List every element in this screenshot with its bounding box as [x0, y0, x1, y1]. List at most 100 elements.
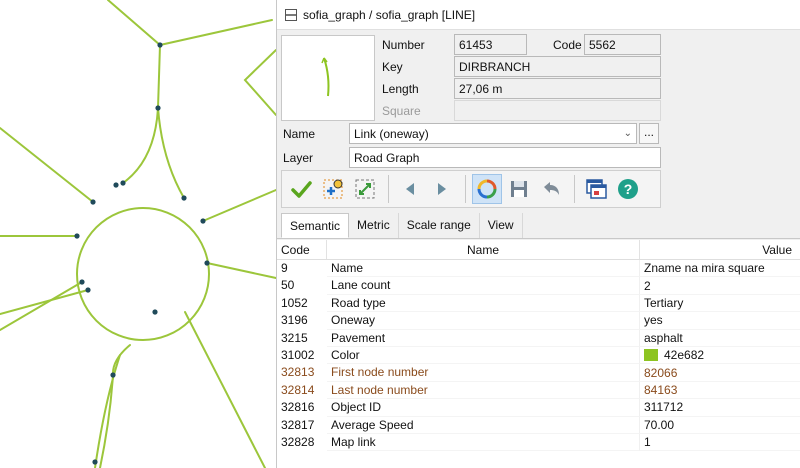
- table-row[interactable]: 50 Lane count 2: [277, 277, 800, 295]
- cell-name: Road type: [327, 294, 640, 313]
- road-segment[interactable]: [184, 311, 266, 468]
- table-row[interactable]: 32817 Average Speed 70.00: [277, 416, 800, 434]
- object-preview: [281, 35, 375, 121]
- table-header: Code Name Value: [277, 240, 800, 260]
- cell-value[interactable]: yes: [640, 312, 800, 330]
- road-segment[interactable]: [107, 0, 273, 47]
- save-button[interactable]: [504, 174, 534, 204]
- layer-field[interactable]: Road Graph: [349, 147, 661, 168]
- graph-node[interactable]: [204, 260, 210, 266]
- undo-icon: [544, 182, 559, 195]
- tab-semantic[interactable]: Semantic: [281, 213, 350, 238]
- tab-metric[interactable]: Metric: [349, 213, 399, 238]
- cell-code: 31002: [281, 347, 315, 362]
- cell-name: Oneway: [327, 312, 640, 330]
- undo-button[interactable]: [536, 174, 566, 204]
- svg-text:?: ?: [624, 181, 633, 197]
- add-point-button[interactable]: [318, 174, 348, 204]
- cell-value[interactable]: 70.00: [640, 417, 800, 434]
- help-button[interactable]: ?: [613, 174, 643, 204]
- cell-value[interactable]: 42e682: [640, 347, 800, 365]
- graph-node[interactable]: [157, 42, 163, 48]
- graph-node[interactable]: [92, 459, 98, 465]
- graph-node[interactable]: [181, 195, 187, 201]
- graph-node[interactable]: [85, 287, 91, 293]
- refresh-icon: [477, 179, 497, 199]
- cell-code: 3196: [281, 313, 308, 328]
- road-segment[interactable]: [157, 107, 185, 199]
- road-segment[interactable]: [0, 289, 89, 315]
- window-title: sofia_graph / sofia_graph [LINE]: [303, 7, 476, 22]
- cell-value-text: 311712: [644, 400, 684, 415]
- table-row[interactable]: 32816 Object ID 311712: [277, 399, 800, 417]
- road-segment[interactable]: [122, 107, 159, 184]
- previous-button[interactable]: [395, 174, 425, 204]
- road-segment[interactable]: [0, 281, 83, 331]
- refresh-button[interactable]: [472, 174, 502, 204]
- cell-name: Object ID: [327, 399, 640, 417]
- graph-node[interactable]: [79, 279, 85, 285]
- cell-value[interactable]: asphalt: [640, 330, 800, 347]
- cell-name: Average Speed: [327, 416, 640, 434]
- toolbar-separator: [574, 175, 575, 203]
- graph-node[interactable]: [155, 105, 161, 111]
- tab-bar: Semantic Metric Scale range View: [277, 213, 800, 239]
- table-row[interactable]: 32814 Last node number 84163: [277, 381, 800, 400]
- table-row[interactable]: 32828 Map link 1: [277, 433, 800, 452]
- graph-node[interactable]: [90, 199, 96, 205]
- road-segment[interactable]: [243, 49, 277, 116]
- cell-value[interactable]: 1: [640, 434, 800, 452]
- table-row[interactable]: 1052 Road type Tertiary: [277, 294, 800, 313]
- cell-name: Last node number: [327, 381, 640, 400]
- table-row[interactable]: 3196 Oneway yes: [277, 312, 800, 330]
- windows-icon: [586, 179, 607, 199]
- name-select[interactable]: Link (oneway) ⌄: [349, 123, 637, 144]
- column-header-name[interactable]: Name: [327, 240, 640, 259]
- table-row[interactable]: 31002 Color 42e682: [277, 346, 800, 365]
- column-header-code[interactable]: Code: [277, 240, 327, 259]
- road-segment[interactable]: [206, 262, 277, 279]
- tab-scale-range[interactable]: Scale range: [399, 213, 480, 238]
- more-button[interactable]: ...: [639, 123, 659, 144]
- number-field[interactable]: 61453: [454, 34, 527, 55]
- cell-value-text: Zname na mira square: [644, 261, 765, 276]
- cell-value[interactable]: 84163: [640, 382, 800, 400]
- road-segment[interactable]: [0, 127, 94, 203]
- cell-value-text: 42e682: [664, 348, 705, 363]
- road-segment[interactable]: [202, 189, 277, 222]
- length-field[interactable]: 27,06 m: [454, 78, 661, 99]
- cell-value[interactable]: 2: [640, 277, 800, 295]
- cell-name: Name: [327, 260, 640, 278]
- road-segment[interactable]: [157, 44, 161, 109]
- table-row[interactable]: 32813 First node number 82066: [277, 364, 800, 382]
- chevron-down-icon[interactable]: ⌄: [624, 128, 632, 139]
- select-area-button[interactable]: [350, 174, 380, 204]
- cell-value[interactable]: Tertiary: [640, 295, 800, 313]
- table-row[interactable]: 9 Name Zname na mira square: [277, 260, 800, 278]
- graph-node[interactable]: [74, 233, 80, 239]
- graph-node[interactable]: [200, 218, 206, 224]
- code-label: Code: [553, 38, 582, 52]
- square-field: [454, 100, 661, 121]
- next-button[interactable]: [427, 174, 457, 204]
- cell-value[interactable]: Zname na mira square: [640, 260, 800, 278]
- cell-value[interactable]: 82066: [640, 364, 800, 382]
- line-layer-icon: [285, 8, 297, 21]
- graph-node[interactable]: [120, 180, 126, 186]
- apply-button[interactable]: [286, 174, 316, 204]
- graph-node[interactable]: [152, 309, 158, 315]
- road-segment[interactable]: [94, 354, 121, 468]
- cell-name: Color: [327, 346, 640, 365]
- cell-value[interactable]: 311712: [640, 399, 800, 417]
- column-header-value[interactable]: Value: [640, 240, 800, 259]
- toolbar-separator: [465, 175, 466, 203]
- cell-value-text: asphalt: [644, 330, 683, 345]
- key-field[interactable]: DIRBRANCH: [454, 56, 661, 77]
- code-field[interactable]: 5562: [584, 34, 661, 55]
- table-row[interactable]: 3215 Pavement asphalt: [277, 329, 800, 347]
- tab-view[interactable]: View: [480, 213, 523, 238]
- graph-node[interactable]: [113, 182, 119, 188]
- table-body: 9 Name Zname na mira square 50 Lane count 2 10…: [277, 260, 800, 452]
- windows-button[interactable]: [581, 174, 611, 204]
- graph-node[interactable]: [110, 372, 116, 378]
